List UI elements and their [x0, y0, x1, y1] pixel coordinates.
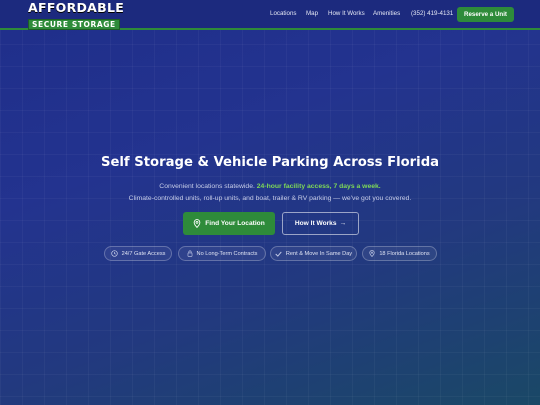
nav-item-map[interactable]: Map	[306, 10, 318, 17]
feature-label: No Long-Term Contracts	[196, 250, 258, 257]
brand-logo[interactable]: AFFORDABLE SECURE STORAGE	[28, 0, 125, 31]
pin-icon	[369, 250, 375, 257]
lock-icon	[187, 250, 192, 257]
map-pin-icon	[193, 219, 201, 228]
arrow-right-icon: →	[339, 220, 347, 227]
hero-subtitle-text: Convenient locations statewide.	[159, 183, 255, 190]
feature-label: 24/7 Gate Access	[121, 250, 166, 257]
feature-pill-gate-access: 24/7 Gate Access	[104, 246, 172, 261]
site-header: AFFORDABLE SECURE STORAGE Locations Map …	[0, 0, 540, 30]
reserve-unit-button[interactable]: Reserve a Unit	[457, 7, 514, 22]
how-it-works-label: How It Works	[294, 220, 337, 227]
feature-pill-no-contracts: No Long-Term Contracts	[178, 246, 266, 261]
hero-title: Self Storage & Vehicle Parking Across Fl…	[100, 155, 440, 170]
how-it-works-button[interactable]: How It Works →	[282, 212, 359, 235]
nav-item-how-it-works[interactable]: How It Works	[328, 10, 365, 17]
background-grid	[0, 0, 540, 405]
check-icon	[275, 251, 282, 257]
nav-item-locations[interactable]: Locations	[270, 10, 297, 17]
find-location-button[interactable]: Find Your Location	[183, 212, 275, 235]
feature-pill-same-day: Rent & Move In Same Day	[270, 246, 357, 261]
feature-pill-locations: 18 Florida Locations	[362, 246, 437, 261]
hero-subtitle-highlight: 24-hour facility access, 7 days a week.	[256, 183, 381, 190]
logo-line1: AFFORDABLE	[28, 0, 125, 15]
nav-phone[interactable]: (352) 419-4131	[411, 10, 453, 17]
find-location-label: Find Your Location	[205, 220, 265, 227]
clock-icon	[110, 250, 118, 257]
hero-subtitle-line2: Climate-controlled units, roll-up units,…	[128, 195, 412, 202]
feature-label: Rent & Move In Same Day	[285, 250, 353, 257]
logo-line2: SECURE STORAGE	[28, 18, 120, 30]
hero-subtitle-line1: Convenient locations statewide. 24-hour …	[0, 183, 540, 190]
nav-item-amenities[interactable]: Amenities	[373, 10, 400, 17]
feature-label: 18 Florida Locations	[379, 250, 430, 257]
